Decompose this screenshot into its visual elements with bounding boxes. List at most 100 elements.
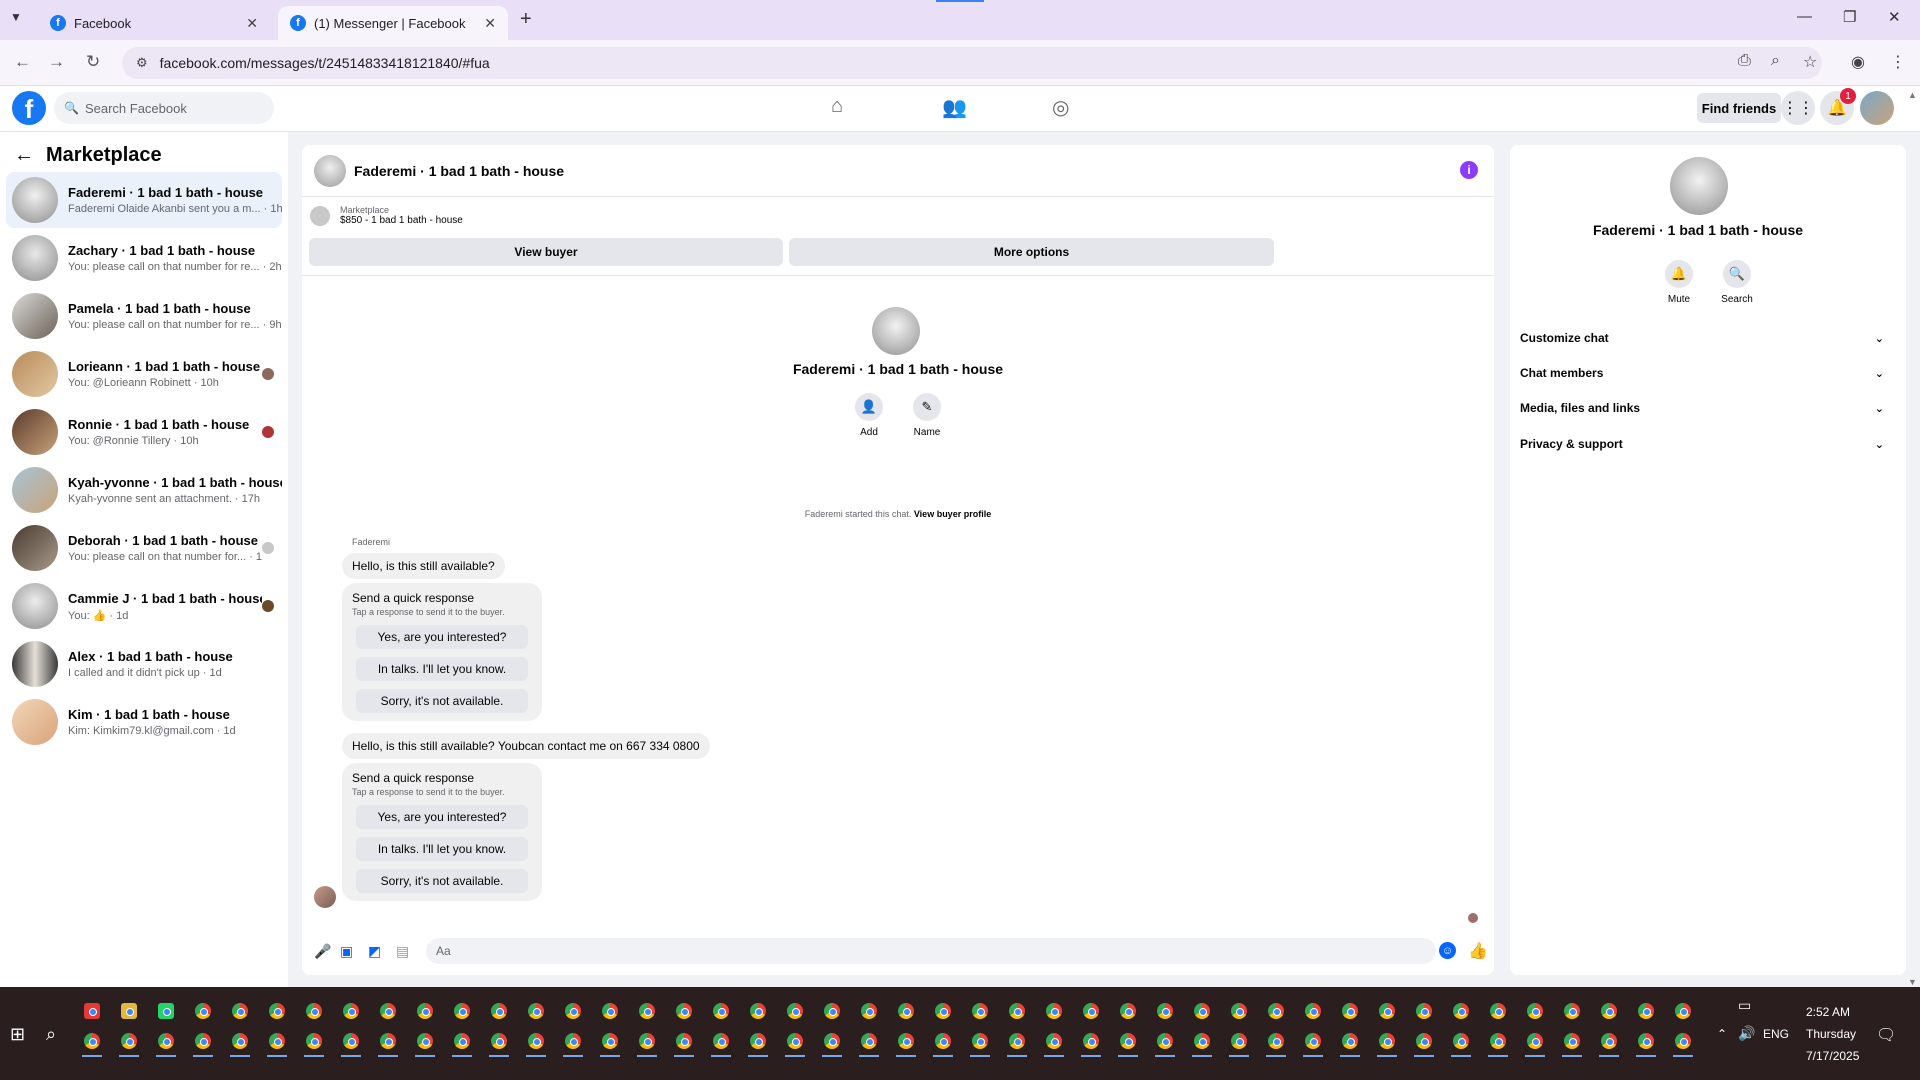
taskbar-app-icon[interactable] [824,1033,840,1049]
taskbar-app-icon[interactable] [1046,1003,1062,1019]
conversation-item[interactable]: Cammie J · 1 bad 1 bath - house You: 👍 · … [6,578,282,634]
taskbar-app-icon[interactable] [1268,1003,1284,1019]
taskbar-app-icon[interactable] [158,1033,174,1049]
taskbar-app-icon[interactable] [1342,1033,1358,1049]
gif-icon[interactable]: ▤ [396,943,409,960]
thumbs-up-icon[interactable]: 👍 [1468,941,1488,961]
taskbar-app-icon[interactable] [1194,1033,1210,1049]
search-input[interactable]: 🔍 Search Facebook [54,92,274,124]
restore-icon[interactable]: ❐ [1843,8,1856,26]
find-friends-button[interactable]: Find friends [1697,93,1781,123]
emoji-icon[interactable]: ☺ [1439,942,1456,959]
taskbar-app-icon[interactable] [269,1003,285,1019]
taskbar-app-icon[interactable] [602,1003,618,1019]
taskbar-app-icon[interactable] [750,1033,766,1049]
url-input[interactable]: ⚙ facebook.com/messages/t/24514833418121… [122,47,1822,79]
taskbar-app-icon[interactable] [491,1003,507,1019]
marketplace-listing[interactable]: Marketplace $850 - 1 bad 1 bath - house [310,205,463,226]
taskbar-app-icon[interactable] [195,1003,211,1019]
taskbar-app-icon[interactable] [454,1033,470,1049]
quick-response-option[interactable]: Yes, are you interested? [356,625,528,649]
taskbar-app-icon[interactable] [1342,1003,1358,1019]
taskbar-app-icon[interactable] [972,1003,988,1019]
conversation-item[interactable]: Kim · 1 bad 1 bath - house Kim: Kimkim79.… [6,694,282,750]
zoom-icon[interactable]: ⌕ [1771,52,1780,70]
taskbar-app-icon[interactable] [1675,1003,1691,1019]
taskbar-app-icon[interactable] [491,1033,507,1049]
taskbar-app-icon[interactable] [343,1003,359,1019]
taskbar-app-icon[interactable] [565,1003,581,1019]
scroll-down-icon[interactable]: ▼ [1908,977,1917,987]
section-customize-chat[interactable]: Customize chat ⌄ [1520,324,1884,352]
taskbar-app-icon[interactable] [1009,1003,1025,1019]
page-scrollbar[interactable]: ▲ ▼ [1908,90,1920,987]
taskbar-app-icon[interactable] [1453,1033,1469,1049]
clock-time[interactable]: 2:52 AM [1806,1005,1850,1019]
name-button[interactable]: ✎ Name [902,393,952,438]
taskbar-app-icon[interactable] [1305,1003,1321,1019]
taskbar-app-icon[interactable] [1601,1033,1617,1049]
taskbar-app-icon[interactable] [1157,1033,1173,1049]
notification-center-icon[interactable]: 🗨 [1876,1025,1896,1045]
chat-avatar[interactable] [314,154,346,187]
taskbar-app-icon[interactable] [935,1003,951,1019]
back-icon[interactable]: ← [14,52,31,72]
taskbar-app-icon[interactable] [121,1033,137,1049]
taskbar-app-icon[interactable] [1194,1003,1210,1019]
taskbar-app-icon[interactable] [861,1033,877,1049]
new-tab-icon[interactable]: + [520,8,532,31]
conversation-item[interactable]: Alex · 1 bad 1 bath - house I called and … [6,636,282,692]
taskbar-app-icon[interactable] [269,1033,285,1049]
section-chat-members[interactable]: Chat members ⌄ [1520,359,1884,387]
taskbar-app-icon[interactable] [380,1003,396,1019]
profile-avatar[interactable] [872,307,920,355]
taskbar-app-icon[interactable] [935,1033,951,1049]
taskbar-app-icon[interactable] [1416,1033,1432,1049]
taskbar-app-icon[interactable] [1675,1033,1691,1049]
clock-day[interactable]: Thursday [1806,1027,1856,1041]
taskbar-app-icon[interactable] [417,1003,433,1019]
taskbar-app-icon[interactable] [1638,1033,1654,1049]
taskbar-app-icon[interactable] [306,1003,322,1019]
taskbar-app-icon[interactable] [343,1033,359,1049]
taskbar-app-icon[interactable] [232,1003,248,1019]
menu-grid-icon[interactable]: ⋮⋮ [1781,91,1815,125]
taskbar-app-icon[interactable] [787,1003,803,1019]
taskbar-app-icon[interactable] [84,1003,100,1019]
quick-response-option[interactable]: Yes, are you interested? [356,805,528,829]
taskbar-app-icon[interactable] [195,1033,211,1049]
section-privacy-support[interactable]: Privacy & support ⌄ [1520,430,1884,458]
minimize-icon[interactable]: — [1797,8,1812,25]
groups-icon[interactable]: ◎ [1052,95,1069,120]
taskbar-app-icon[interactable] [84,1033,100,1049]
facebook-logo-icon[interactable]: f [12,91,46,125]
taskbar-app-icon[interactable] [676,1033,692,1049]
quick-response-option[interactable]: Sorry, it's not available. [356,869,528,893]
conversation-item[interactable]: Zachary · 1 bad 1 bath - house You: pleas… [6,230,282,286]
taskbar-app-icon[interactable] [1490,1033,1506,1049]
quick-response-option[interactable]: In talks. I'll let you know. [356,657,528,681]
taskbar-app-icon[interactable] [1638,1003,1654,1019]
taskbar-app-icon[interactable] [1009,1033,1025,1049]
mute-button[interactable]: 🔔 Mute [1654,260,1704,305]
taskbar-app-icon[interactable] [1490,1003,1506,1019]
back-arrow-icon[interactable]: ← [14,144,34,167]
conversation-item[interactable]: Deborah · 1 bad 1 bath - house You: pleas… [6,520,282,576]
taskbar-app-icon[interactable] [158,1003,174,1019]
taskbar-app-icon[interactable] [1379,1033,1395,1049]
message-input[interactable]: Aa [426,938,1436,964]
taskbar-app-icon[interactable] [1601,1003,1617,1019]
conversation-item[interactable]: Pamela · 1 bad 1 bath - house You: please… [6,288,282,344]
chat-title[interactable]: Faderemi · 1 bad 1 bath - house [354,163,564,179]
profile-icon[interactable]: ◉ [1851,52,1865,72]
taskbar-app-icon[interactable] [454,1003,470,1019]
taskbar-app-icon[interactable] [380,1033,396,1049]
conversation-item[interactable]: Kyah-yvonne · 1 bad 1 bath - house Kyah-y… [6,462,282,518]
taskbar-app-icon[interactable] [1268,1033,1284,1049]
taskbar-app-icon[interactable] [824,1003,840,1019]
view-buyer-button[interactable]: View buyer [309,238,783,266]
microphone-icon[interactable]: 🎤 [314,943,331,960]
taskbar-app-icon[interactable] [639,1003,655,1019]
view-buyer-profile-link[interactable]: View buyer profile [914,509,991,519]
taskbar-app-icon[interactable] [602,1033,618,1049]
